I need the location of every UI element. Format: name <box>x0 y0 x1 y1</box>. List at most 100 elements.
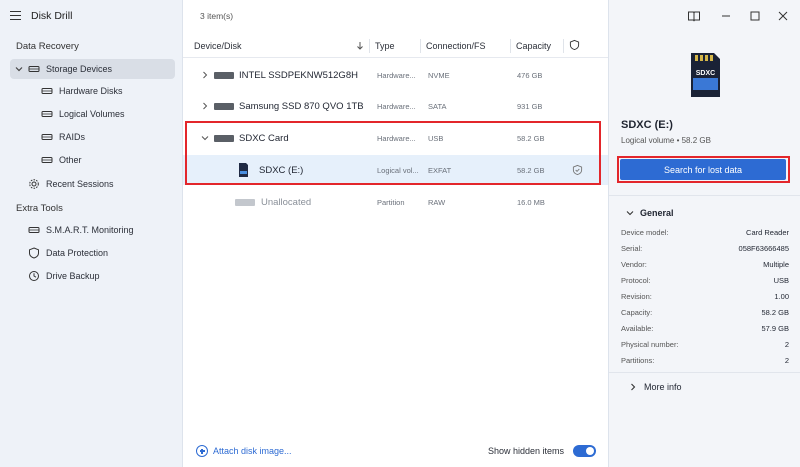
sidebar-item-label: S.M.A.R.T. Monitoring <box>46 225 134 235</box>
property-vendor: Vendor: Multiple <box>621 257 789 273</box>
sidebar-item-label: Storage Devices <box>46 64 113 74</box>
sidebar-item-label: Recent Sessions <box>46 179 114 189</box>
attach-disk-image-link[interactable]: Attach disk image... <box>196 445 292 457</box>
chevron-down-icon[interactable] <box>14 64 24 74</box>
search-for-lost-data-button[interactable]: Search for lost data <box>620 159 786 180</box>
hard-disk-icon <box>214 72 234 79</box>
hamburger-menu-icon[interactable] <box>10 11 21 20</box>
sidebar-item-data-protection[interactable]: Data Protection <box>10 243 175 263</box>
sd-card-image-icon: SDXC <box>691 53 720 97</box>
shield-icon <box>569 39 580 51</box>
property-value: 57.9 GB <box>761 324 789 333</box>
app-title-bar: Disk Drill <box>0 0 183 32</box>
volume-subtitle: Logical volume • 58.2 GB <box>621 136 711 145</box>
property-key: Partitions: <box>621 356 655 365</box>
divider <box>609 372 800 373</box>
table-row-unallocated[interactable]: Unallocated Partition RAW 16.0 MB <box>183 187 608 217</box>
chevron-right-icon <box>631 383 636 391</box>
clock-icon <box>29 271 39 281</box>
device-name: INTEL SSDPEKNW512G8H <box>239 70 358 81</box>
column-divider <box>510 39 511 53</box>
property-physical-number: Physical number: 2 <box>621 337 789 353</box>
property-key: Capacity: <box>621 308 653 317</box>
property-key: Vendor: <box>621 260 647 269</box>
property-capacity: Capacity: 58.2 GB <box>621 305 789 321</box>
minimize-icon[interactable] <box>719 9 733 23</box>
top-bar: 3 item(s) <box>183 0 608 32</box>
book-icon[interactable] <box>687 9 701 23</box>
device-capacity: 931 GB <box>517 102 543 111</box>
property-revision: Revision: 1.00 <box>621 289 789 305</box>
table-row-samsung-ssd[interactable]: Samsung SSD 870 QVO 1TB Hardware... SATA… <box>183 91 608 121</box>
shield-icon <box>29 247 39 259</box>
sidebar: Disk Drill Data Recovery Storage Devices… <box>0 0 183 467</box>
sidebar-item-storage-devices[interactable]: Storage Devices <box>10 59 175 79</box>
sidebar-item-label: Drive Backup <box>46 271 100 281</box>
sidebar-item-label: Data Protection <box>46 248 109 258</box>
items-count: 3 item(s) <box>200 11 234 21</box>
general-section-label: General <box>640 208 674 218</box>
column-header-type[interactable]: Type <box>375 41 395 51</box>
add-circle-icon <box>196 445 208 457</box>
details-panel: SDXC SDXC (E:) Logical volume • 58.2 GB … <box>608 0 800 467</box>
column-divider <box>369 39 370 53</box>
property-value: 58.2 GB <box>761 308 789 317</box>
drive-icon <box>41 134 53 140</box>
divider <box>609 195 800 196</box>
general-section-toggle[interactable]: General <box>626 208 674 218</box>
chevron-right-icon[interactable] <box>201 102 209 110</box>
sidebar-item-label: Logical Volumes <box>59 109 125 119</box>
property-value: Card Reader <box>746 228 789 237</box>
app-title: Disk Drill <box>31 10 73 22</box>
attach-disk-image-label: Attach disk image... <box>213 446 292 456</box>
column-header-connection[interactable]: Connection/FS <box>426 41 486 51</box>
sidebar-item-drive-backup[interactable]: Drive Backup <box>10 266 175 286</box>
sidebar-item-smart-monitoring[interactable]: S.M.A.R.T. Monitoring <box>10 220 175 240</box>
sidebar-item-raids[interactable]: RAIDs <box>10 127 175 147</box>
partition-icon <box>235 199 255 206</box>
drive-icon <box>28 227 40 233</box>
table-row-intel-ssd[interactable]: INTEL SSDPEKNW512G8H Hardware... NVME 47… <box>183 60 608 90</box>
device-type: Hardware... <box>377 71 416 80</box>
more-info-toggle[interactable]: More info <box>629 382 682 392</box>
column-header-capacity[interactable]: Capacity <box>516 41 551 51</box>
device-capacity: 476 GB <box>517 71 543 80</box>
sidebar-item-logical-volumes[interactable]: Logical Volumes <box>10 104 175 124</box>
maximize-icon[interactable] <box>748 9 762 23</box>
device-name: Unallocated <box>261 197 312 208</box>
section-title-extra-tools: Extra Tools <box>16 203 63 214</box>
chevron-down-icon <box>626 211 634 216</box>
device-connection: RAW <box>428 198 446 207</box>
property-partitions: Partitions: 2 <box>621 353 789 369</box>
device-connection: SATA <box>428 102 447 111</box>
sidebar-item-recent-sessions[interactable]: Recent Sessions <box>10 174 175 194</box>
hard-disk-icon <box>214 103 234 110</box>
device-capacity: 16.0 MB <box>517 198 545 207</box>
chevron-right-icon[interactable] <box>201 71 209 79</box>
property-value: 2 <box>784 340 789 349</box>
device-list-panel: 3 item(s) Device/Disk Type Connection/FS… <box>183 0 608 467</box>
device-type: Hardware... <box>377 102 416 111</box>
property-value: USB <box>773 276 789 285</box>
drive-icon <box>41 88 53 94</box>
sidebar-item-label: Hardware Disks <box>59 86 123 96</box>
table-header: Device/Disk Type Connection/FS Capacity <box>183 32 608 58</box>
sidebar-item-hardware-disks[interactable]: Hardware Disks <box>10 81 175 101</box>
sd-card-art-label: SDXC <box>696 70 715 77</box>
drive-icon <box>41 111 53 117</box>
property-key: Available: <box>621 324 654 333</box>
column-header-device[interactable]: Device/Disk <box>194 41 242 51</box>
property-value: 2 <box>784 356 789 365</box>
sidebar-item-other[interactable]: Other <box>10 150 175 170</box>
sort-arrow-down-icon[interactable] <box>356 41 364 51</box>
column-divider <box>420 39 421 53</box>
property-available: Available: 57.9 GB <box>621 321 789 337</box>
column-divider <box>563 39 564 53</box>
property-key: Physical number: <box>621 340 679 349</box>
show-hidden-items-toggle[interactable] <box>573 445 596 457</box>
close-icon[interactable] <box>776 9 790 23</box>
property-key: Revision: <box>621 292 652 301</box>
sidebar-item-label: Other <box>59 155 82 165</box>
device-connection: NVME <box>428 71 450 80</box>
device-name: Samsung SSD 870 QVO 1TB <box>239 101 364 112</box>
